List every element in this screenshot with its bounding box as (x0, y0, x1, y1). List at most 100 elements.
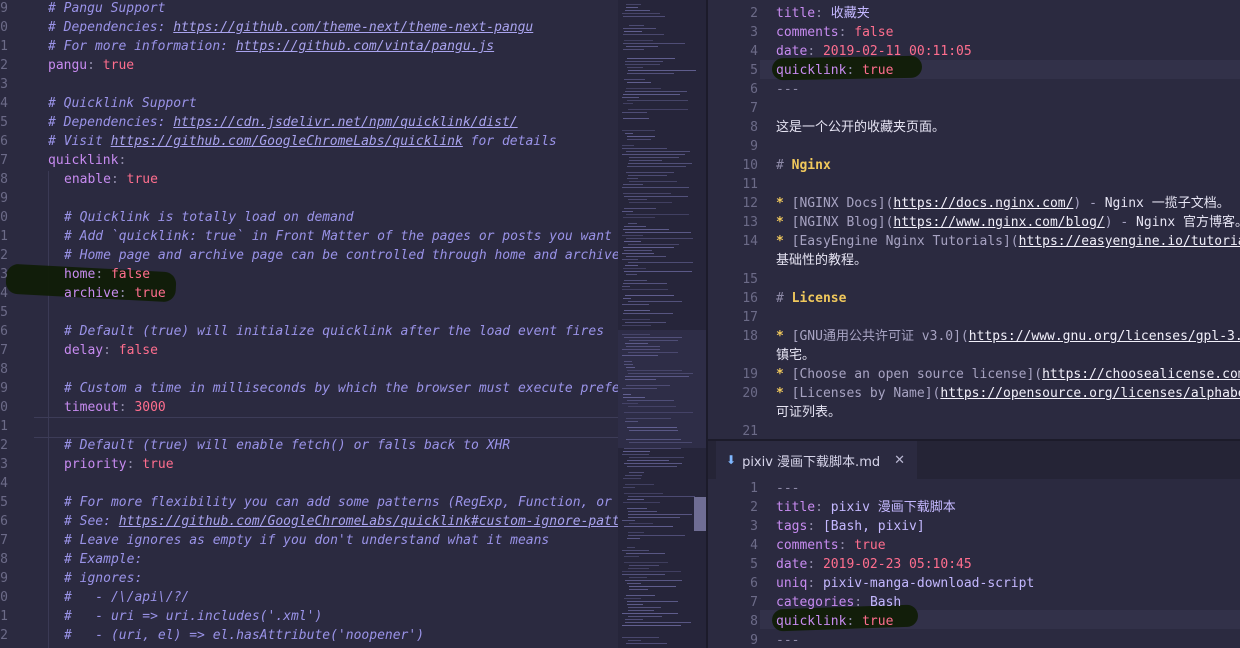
minimap-stroke (623, 16, 665, 17)
minimap-stroke (625, 64, 660, 65)
code-line[interactable]: 12 * [NGINX Docs](https://docs.nginx.com/… (708, 194, 1240, 213)
code-line[interactable]: 5 date: 2019-02-23 05:10:45 (708, 555, 1240, 574)
right-top-editor-pane[interactable]: 2 title: 收藏夹 3 comments: false 4 date: 2019-0… (708, 0, 1240, 441)
code-line[interactable]: 7 categories: Bash (708, 593, 1240, 612)
minimap-stroke (624, 196, 688, 197)
code-token: # - /\/api\/?/ (64, 590, 190, 605)
code-line[interactable]: 20 * [Licenses by Name](https://opensourc… (708, 384, 1240, 403)
code-token: * (776, 367, 792, 382)
minimap[interactable] (618, 0, 708, 648)
code-line[interactable]: 1 # Add `quicklink: true` in Front Matter… (0, 227, 618, 246)
code-line[interactable]: 2 title: 收藏夹 (708, 4, 1240, 23)
code-line[interactable]: 6 # Visit https://github.com/GoogleChrome… (0, 132, 618, 151)
code-line[interactable]: 0 # - /\/api\/?/ (0, 588, 618, 607)
code-line[interactable]: 6 # Default (true) will initialize quickl… (0, 322, 618, 341)
minimap-stroke (623, 394, 631, 395)
code-line[interactable]: 9 (0, 189, 618, 208)
code-line[interactable]: 17 (708, 308, 1240, 327)
code-line[interactable]: 0 # Dependencies: https://github.com/them… (0, 18, 618, 37)
left-editor-pane[interactable]: 9 # Pangu Support 0 # Dependencies: https:/… (0, 0, 618, 648)
pane-divider[interactable] (706, 0, 708, 648)
code-token: --- (776, 82, 800, 97)
code-line[interactable]: 6 # See: https://github.com/GoogleChromeL… (0, 512, 618, 531)
code-line[interactable]: 5 (0, 303, 618, 322)
code-line[interactable]: 镇宅。 (708, 346, 1240, 365)
minimap-stroke (623, 268, 646, 269)
code-line[interactable]: 0 timeout: 3000 (0, 398, 618, 417)
code-line[interactable]: 8 (0, 360, 618, 379)
code-line[interactable]: 18 * [GNU通用公共许可证 v3.0](https://www.gnu.or… (708, 327, 1240, 346)
minimap-stroke (623, 283, 667, 284)
code-line[interactable]: 7 quicklink: (0, 151, 618, 170)
code-line[interactable]: 8 # Example: (0, 550, 618, 569)
code-line[interactable]: 3 home: false (0, 265, 618, 284)
code-line[interactable]: 13 * [NGINX Blog](https://www.nginx.com/b… (708, 213, 1240, 232)
code-token: : (815, 6, 831, 21)
minimap-stroke (624, 493, 663, 494)
code-token: Nginx 一揽子文档。 (1104, 196, 1230, 211)
code-line[interactable]: 4 (0, 474, 618, 493)
minimap-stroke (622, 349, 660, 350)
code-line[interactable]: 14 * [EasyEngine Nginx Tutorials](https:/… (708, 232, 1240, 251)
code-line[interactable]: 15 (708, 270, 1240, 289)
code-line[interactable]: 3 priority: true (0, 455, 618, 474)
close-icon[interactable]: ✕ (894, 453, 905, 468)
minimap-stroke (624, 241, 641, 242)
minimap-stroke (624, 526, 673, 527)
code-line[interactable]: 5 # For more flexibility you can add some… (0, 493, 618, 512)
line-number: 18 (742, 329, 758, 344)
code-line[interactable]: 4 date: 2019-02-11 00:11:05 (708, 42, 1240, 61)
code-line[interactable]: 1 # For more information: https://github.… (0, 37, 618, 56)
code-token: : (126, 457, 143, 472)
code-token: # ignores: (64, 571, 143, 586)
code-line[interactable]: 9 --- (708, 631, 1240, 648)
code-line[interactable]: 1 # - uri => uri.includes('.xml') (0, 607, 618, 626)
code-line[interactable]: 3 (0, 75, 618, 94)
tab-pixiv-md[interactable]: ⬇ pixiv 漫画下载脚本.md ✕ (716, 441, 918, 479)
code-line[interactable]: 7 # Leave ignores as empty if you don't u… (0, 531, 618, 550)
code-line[interactable]: 8 这是一个公开的收藏夹页面。 (708, 118, 1240, 137)
code-line[interactable]: 7 (708, 99, 1240, 118)
code-line[interactable]: 3 tags: [Bash, pixiv] (708, 517, 1240, 536)
code-line[interactable]: 5 # Dependencies: https://cdn.jsdelivr.ne… (0, 113, 618, 132)
code-line[interactable]: 可证列表。 (708, 403, 1240, 422)
line-number: 1 (0, 39, 8, 54)
code-line[interactable]: 8 enable: true (0, 170, 618, 189)
code-line[interactable]: 2 # Default (true) will enable fetch() or… (0, 436, 618, 455)
minimap-stroke (629, 523, 653, 524)
code-line[interactable]: 5 quicklink: true (708, 61, 1240, 80)
code-line[interactable]: 4 archive: true (0, 284, 618, 303)
code-line[interactable]: 3 comments: false (708, 23, 1240, 42)
line-number: 2 (0, 58, 8, 73)
minimap-stroke (623, 478, 641, 479)
code-line[interactable]: 6 --- (708, 80, 1240, 99)
code-line[interactable]: 1 --- (708, 479, 1240, 498)
line-number: 5 (0, 305, 8, 320)
minimap-stroke (626, 385, 670, 386)
code-line[interactable]: 16 # License (708, 289, 1240, 308)
code-line[interactable]: 9 # ignores: (0, 569, 618, 588)
code-line[interactable]: 6 uniq: pixiv-manga-download-script (708, 574, 1240, 593)
code-line[interactable]: 2 title: pixiv 漫画下载脚本 (708, 498, 1240, 517)
minimap-stroke (622, 112, 647, 113)
code-line[interactable]: 1 (0, 417, 618, 436)
code-line[interactable]: 2 pangu: true (0, 56, 618, 75)
code-line[interactable]: 10 # Nginx (708, 156, 1240, 175)
pane-divider[interactable] (708, 439, 1240, 441)
code-text: # Dependencies: https://cdn.jsdelivr.net… (48, 113, 518, 132)
code-line[interactable]: 0 # Quicklink is totally load on demand (0, 208, 618, 227)
code-line[interactable]: 2 # Home page and archive page can be con… (0, 246, 618, 265)
code-line[interactable]: 4 # Quicklink Support (0, 94, 618, 113)
code-line[interactable]: 基础性的教程。 (708, 251, 1240, 270)
code-line[interactable]: 2 # - (uri, el) => el.hasAttribute('noope… (0, 626, 618, 645)
code-line[interactable]: 11 (708, 175, 1240, 194)
code-line[interactable]: 9 (708, 137, 1240, 156)
code-line[interactable]: 19 * [Choose an open source license](http… (708, 365, 1240, 384)
code-line[interactable]: 9 # Pangu Support (0, 0, 618, 18)
code-line[interactable]: 4 comments: true (708, 536, 1240, 555)
code-line[interactable]: 8 quicklink: true (708, 612, 1240, 631)
code-token: https://easyengine.io/tutoria (1018, 234, 1240, 249)
right-bottom-editor-pane[interactable]: 1 --- 2 title: pixiv 漫画下载脚本 3 tags: [Bash, pi… (708, 479, 1240, 648)
code-line[interactable]: 7 delay: false (0, 341, 618, 360)
code-line[interactable]: 9 # Custom a time in milliseconds by whic… (0, 379, 618, 398)
